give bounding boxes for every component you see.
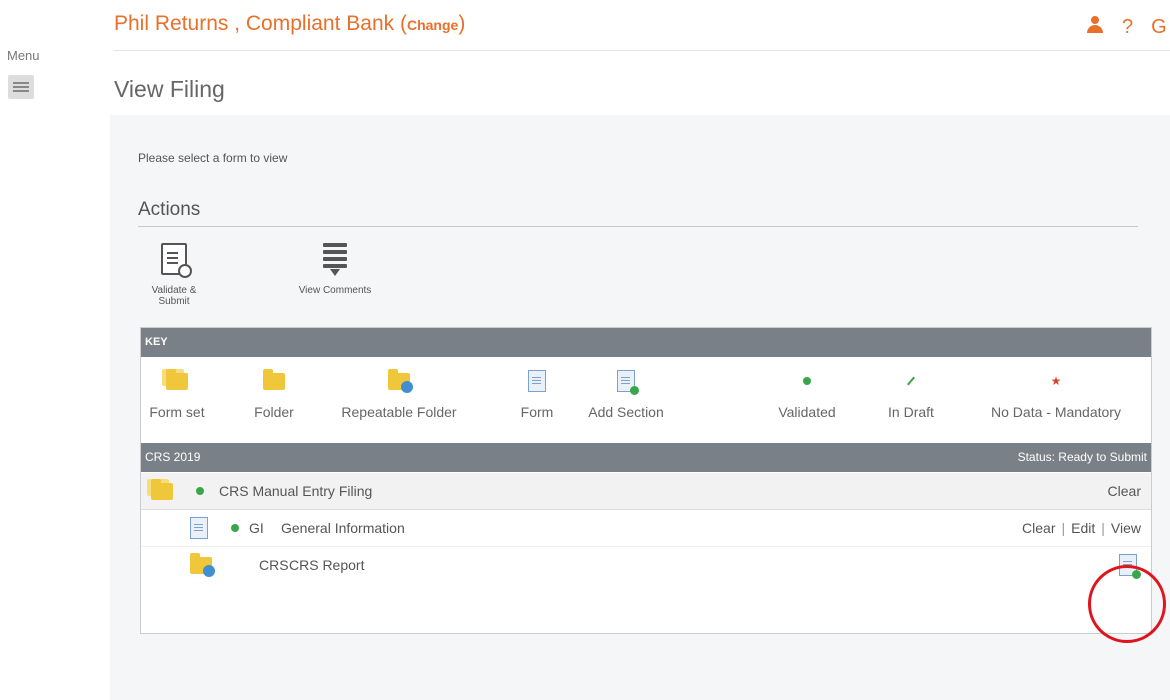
key-item-folder: Folder (241, 366, 307, 420)
comments-icon (323, 243, 347, 276)
row-name[interactable]: CRS Manual Entry Filing (219, 473, 372, 509)
change-link[interactable]: Change (407, 17, 458, 33)
view-comments-button[interactable]: View Comments (293, 243, 377, 296)
key-item-repeatable-folder: Repeatable Folder (319, 366, 479, 420)
view-link[interactable]: View (1111, 520, 1141, 536)
section-status: Status: Ready to Submit (1017, 450, 1147, 464)
clear-link[interactable]: Clear (1022, 520, 1055, 536)
section-name: CRS 2019 (145, 450, 201, 464)
form-icon (528, 370, 546, 392)
actions-title: Actions (138, 199, 201, 220)
validated-icon (231, 524, 239, 532)
edit-link[interactable]: Edit (1071, 520, 1095, 536)
key-item-form: Form (513, 366, 561, 420)
validate-submit-label: Validate & Submit (151, 285, 197, 307)
form-icon (190, 517, 208, 539)
in-draft-icon (907, 376, 915, 386)
instruction-text: Please select a form to view (138, 151, 288, 165)
highlight-circle (1088, 565, 1166, 643)
hamburger-menu-icon[interactable] (8, 75, 34, 99)
table-row: CRS Manual Entry Filing Clear (141, 473, 1151, 510)
help-icon[interactable]: ? (1122, 16, 1133, 39)
validate-document-icon (161, 243, 192, 278)
folder-icon (263, 368, 285, 390)
row-name[interactable]: General Information (281, 510, 405, 546)
row-code: GI (249, 520, 264, 536)
key-header: KEY (141, 328, 1151, 357)
key-item-add-section: Add Section (573, 366, 679, 420)
clear-link[interactable]: Clear (1108, 473, 1141, 509)
key-item-no-data-mandatory: ★ No Data - Mandatory (991, 374, 1121, 420)
logout-icon[interactable]: G (1151, 16, 1167, 39)
row-code: CRS (259, 557, 289, 573)
row-name[interactable]: CRS Report (289, 547, 364, 583)
table-row: GI General Information Clear | Edit | View (141, 510, 1151, 547)
key-box: KEY Form set Folder Repeatable Folder Fo… (140, 327, 1152, 634)
validated-icon (196, 487, 204, 495)
form-set-icon (151, 478, 173, 500)
section-bar: CRS 2019 Status: Ready to Submit (141, 443, 1151, 472)
key-item-in-draft: In Draft (869, 366, 953, 420)
main-panel: Please select a form to view Actions Val… (110, 115, 1170, 700)
user-icon[interactable] (1086, 16, 1104, 34)
actions-divider (138, 226, 1138, 227)
row-actions: Clear | Edit | View (1022, 520, 1141, 536)
key-item-form-set: Form set (143, 366, 211, 420)
header-title: Phil Returns , Compliant Bank (Change) (114, 12, 466, 35)
view-comments-label: View Comments (298, 285, 372, 296)
repeatable-folder-icon (388, 368, 413, 393)
key-item-validated: Validated (757, 366, 857, 420)
add-section-icon (617, 370, 639, 395)
no-data-mandatory-icon: ★ (1050, 374, 1062, 388)
table-row: CRS CRS Report (141, 547, 1151, 583)
repeatable-folder-icon (190, 552, 215, 577)
form-set-icon (166, 368, 188, 390)
menu-label: Menu (7, 48, 40, 63)
header-entity: Phil Returns , Compliant Bank (114, 12, 395, 35)
validate-submit-button[interactable]: Validate & Submit (136, 243, 212, 307)
header-icons: ? G (1086, 16, 1167, 39)
page-title: View Filing (114, 76, 225, 102)
validated-icon (803, 377, 811, 385)
header-divider (114, 50, 1170, 51)
